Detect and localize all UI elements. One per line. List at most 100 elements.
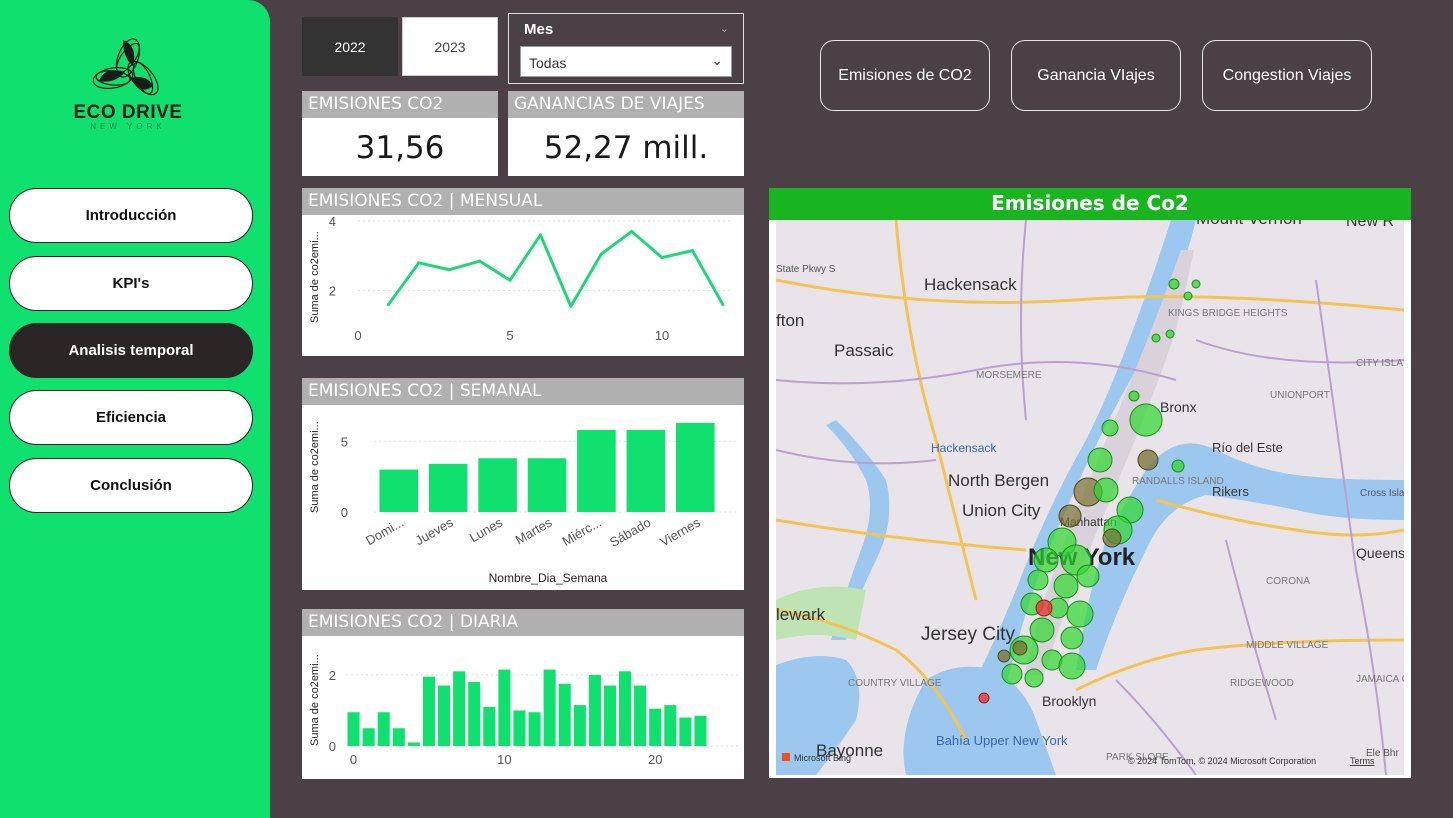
bubble[interactable]: [1137, 449, 1159, 471]
map-label-fton: fton: [776, 311, 804, 330]
nav-kpis-button[interactable]: KPI's: [9, 256, 253, 311]
y-tick-label: 4: [329, 215, 336, 229]
mensual-data-point: [478, 259, 482, 263]
bubble[interactable]: [1035, 599, 1053, 617]
map-label-state-pkwy: State Pkwy S: [776, 264, 836, 275]
page-congestion-button[interactable]: Congestion Viajes: [1202, 40, 1372, 111]
y-tick-label: 5: [341, 434, 348, 449]
nyc-bubble-map[interactable]: Hackensack fton Passaic Hackensack North…: [776, 220, 1404, 775]
bubble[interactable]: [1151, 333, 1161, 343]
mensual-line-series: [387, 229, 725, 308]
x-category-label: Domi...: [363, 515, 406, 549]
bubble[interactable]: [1102, 528, 1122, 548]
diaria-bar: [422, 676, 435, 746]
kpi-ganancias-header: GANANCIAS DE VIAJES: [508, 91, 744, 118]
x-category-label: Martes: [513, 514, 555, 547]
semanal-bar: [379, 469, 418, 512]
map-label-bahia: Bahía Upper New York: [936, 733, 1068, 748]
bubble[interactable]: [978, 692, 990, 704]
diaria-bar: [664, 705, 677, 746]
mensual-chart-card: Suma de co2emi... 2 4 0 5 10: [302, 214, 744, 356]
diaria-bar: [498, 669, 511, 746]
diaria-bar: [649, 708, 662, 746]
bubble[interactable]: [1058, 504, 1082, 528]
mes-title: Mes: [524, 21, 554, 38]
diaria-bar: [528, 712, 541, 746]
emisiones-map-card: Emisiones de Co2 Hackensack fton Passaic…: [769, 188, 1411, 778]
bubble[interactable]: [1129, 403, 1163, 437]
x-tick-label: 20: [648, 752, 662, 767]
page-emisiones-button[interactable]: Emisiones de CO2: [820, 40, 990, 111]
nav-conclusion-button[interactable]: Conclusión: [9, 458, 253, 513]
map-label-unionport: UNIONPORT: [1270, 390, 1330, 401]
map-label-bronx: Bronx: [1160, 399, 1197, 415]
diaria-bar: [347, 712, 360, 746]
bubble[interactable]: [1093, 477, 1119, 503]
semanal-bar: [676, 422, 715, 512]
diaria-bar: [362, 728, 375, 746]
map-label-corona: CORONA: [1266, 576, 1310, 587]
diaria-bar: [377, 712, 390, 746]
diaria-bar-chart: Suma de co2emi... 020 10 20: [309, 654, 738, 767]
bubble[interactable]: [1033, 547, 1059, 573]
kpi-emisiones-header: EMISIONES CO2: [302, 91, 498, 118]
semanal-bar: [626, 429, 666, 512]
x-tick-label: 5: [506, 328, 513, 343]
bubble[interactable]: [1029, 617, 1055, 643]
semanal-chart-card: Suma de co2emi... Nombre_Dia_Semana 0 5 Do…: [302, 405, 744, 590]
bubble[interactable]: [997, 649, 1011, 663]
bubble[interactable]: [1101, 419, 1119, 437]
mes-selected-value: Todas: [529, 55, 567, 71]
x-tick-label: 0: [354, 328, 361, 343]
x-category-label: Sábado: [607, 515, 653, 550]
bubble[interactable]: [1001, 663, 1023, 685]
semanal-bar: [577, 429, 616, 512]
map-terms-link[interactable]: Terms: [1350, 756, 1375, 766]
bubble[interactable]: [1058, 652, 1086, 680]
x-tick-label: 0: [350, 752, 357, 767]
year-2023-button[interactable]: 2023: [402, 17, 498, 76]
semanal-bar: [428, 463, 468, 512]
mensual-data-point: [690, 249, 694, 253]
bubble[interactable]: [1165, 329, 1175, 339]
x-tick-label: 10: [497, 752, 511, 767]
mensual-data-point: [630, 229, 634, 233]
diaria-bar: [438, 685, 451, 746]
bubble[interactable]: [1171, 459, 1185, 473]
mensual-chart-header: EMISIONES CO2 | MENSUAL: [302, 188, 744, 215]
map-label-jersey-city: Jersey City: [921, 624, 1015, 645]
diaria-bar: [543, 669, 556, 746]
diaria-chart-card: Suma de co2emi... 0 2 0 10 20: [302, 636, 744, 779]
mes-dropdown[interactable]: Todas ⌄: [520, 46, 732, 77]
bubble[interactable]: [1024, 668, 1044, 688]
bubble[interactable]: [1183, 291, 1193, 301]
diaria-bar: [558, 683, 571, 746]
bubble[interactable]: [1191, 279, 1201, 289]
chevron-down-icon[interactable]: ⌄: [720, 22, 729, 35]
semanal-bar: [527, 458, 567, 512]
semanal-y-axis-label: Suma de co2emi...: [309, 421, 321, 513]
diaria-y-axis-label: Suma de co2emi...: [309, 654, 321, 746]
nav-analisis-temporal-button[interactable]: Analisis temporal: [9, 323, 253, 378]
bubble[interactable]: [1053, 573, 1079, 599]
map-label-ridgewood: RIDGEWOOD: [1230, 678, 1294, 689]
bubble[interactable]: [1066, 600, 1094, 628]
eco-drive-logo-icon: [93, 38, 159, 96]
bubble[interactable]: [1087, 447, 1113, 473]
y-tick-label: 2: [329, 668, 336, 683]
bubble[interactable]: [1027, 569, 1049, 591]
nav-introduccion-button[interactable]: Introducción: [9, 188, 253, 243]
bubble[interactable]: [1168, 278, 1180, 290]
semanal-bar: [478, 458, 517, 512]
page-ganancia-button[interactable]: Ganancia VIajes: [1011, 40, 1181, 111]
nav-eficiencia-button[interactable]: Eficiencia: [9, 390, 253, 445]
bubble[interactable]: [1012, 640, 1028, 656]
bubble[interactable]: [1128, 390, 1140, 402]
semanal-bar-chart: Suma de co2emi... Nombre_Dia_Semana 0 5 Do…: [309, 421, 738, 585]
year-2022-button[interactable]: 2022: [302, 17, 398, 76]
y-tick-label: 0: [329, 739, 336, 754]
bubble[interactable]: [1076, 564, 1100, 588]
bubble[interactable]: [1060, 626, 1084, 650]
map-ms-bing: Microsoft Bing: [794, 753, 851, 763]
diaria-bar: [573, 705, 586, 746]
